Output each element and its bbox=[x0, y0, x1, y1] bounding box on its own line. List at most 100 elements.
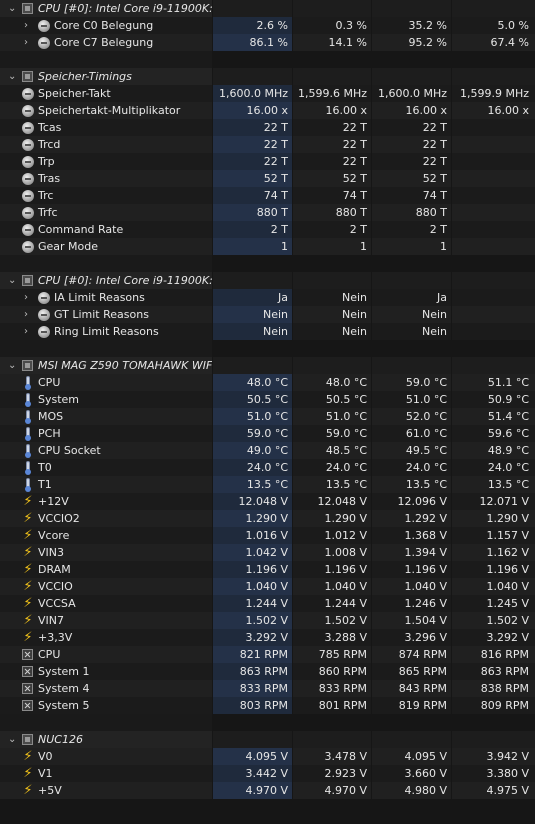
table-row[interactable]: MOS 51.0 °C 51.0 °C 52.0 °C 51.4 °C bbox=[0, 408, 535, 425]
value-average: 1.162 V bbox=[452, 544, 535, 561]
empty-cell bbox=[213, 68, 292, 85]
table-row[interactable]: ⚡ V1 3.442 V 2.923 V 3.660 V 3.380 V bbox=[0, 765, 535, 782]
value-average: 1.196 V bbox=[452, 561, 535, 578]
chevron-down-icon[interactable]: ⌄ bbox=[8, 357, 16, 374]
table-row[interactable]: Speicher-Takt 1,600.0 MHz 1,599.6 MHz 1,600… bbox=[0, 85, 535, 102]
value-minimum: 12.048 V bbox=[293, 493, 371, 510]
table-row[interactable]: CPU 48.0 °C 48.0 °C 59.0 °C 51.1 °C bbox=[0, 374, 535, 391]
table-row[interactable]: ⚡ +3,3V 3.292 V 3.288 V 3.296 V 3.292 V bbox=[0, 629, 535, 646]
chevron-right-icon[interactable]: › bbox=[24, 289, 28, 306]
circle-icon bbox=[22, 224, 34, 236]
table-row[interactable]: ⚡ +12V 12.048 V 12.048 V 12.096 V 12.071 V bbox=[0, 493, 535, 510]
table-row[interactable]: ⚡ Vcore 1.016 V 1.012 V 1.368 V 1.157 V bbox=[0, 527, 535, 544]
value-average bbox=[452, 136, 535, 153]
table-row[interactable]: Trcd 22 T 22 T 22 T bbox=[0, 136, 535, 153]
table-row[interactable]: › IA Limit Reasons Ja Nein Ja bbox=[0, 289, 535, 306]
sensor-label: Trp bbox=[38, 155, 55, 168]
empty-cell bbox=[372, 272, 451, 289]
empty-cell bbox=[372, 0, 451, 17]
table-row[interactable]: ⚡ VIN7 1.502 V 1.502 V 1.504 V 1.502 V bbox=[0, 612, 535, 629]
table-row[interactable]: Trc 74 T 74 T 74 T bbox=[0, 187, 535, 204]
table-row[interactable]: System 5 803 RPM 801 RPM 819 RPM 809 RPM bbox=[0, 697, 535, 714]
bolt-icon: ⚡ bbox=[23, 545, 33, 560]
section-header[interactable]: ⌄ Speicher-Timings bbox=[0, 68, 535, 85]
value-minimum: 2 T bbox=[293, 221, 371, 238]
chevron-down-icon[interactable]: ⌄ bbox=[8, 68, 16, 85]
table-row[interactable]: PCH 59.0 °C 59.0 °C 61.0 °C 59.6 °C bbox=[0, 425, 535, 442]
table-row[interactable]: System 50.5 °C 50.5 °C 51.0 °C 50.9 °C bbox=[0, 391, 535, 408]
bolt-icon: ⚡ bbox=[23, 613, 33, 628]
table-row[interactable]: System 1 863 RPM 860 RPM 865 RPM 863 RPM bbox=[0, 663, 535, 680]
value-minimum: 13.5 °C bbox=[293, 476, 371, 493]
value-maximum: 819 RPM bbox=[372, 697, 451, 714]
section-title-cell[interactable]: ⌄ CPU [#0]: Intel Core i9-11900K: ... bbox=[0, 272, 212, 289]
chevron-right-icon[interactable]: › bbox=[24, 34, 28, 51]
table-row[interactable]: Gear Mode 1 1 1 bbox=[0, 238, 535, 255]
section-header[interactable]: ⌄ CPU [#0]: Intel Core i9-11900K: ... bbox=[0, 272, 535, 289]
section-title-cell[interactable]: ⌄ MSI MAG Z590 TOMAHAWK WIFI... bbox=[0, 357, 212, 374]
chevron-down-icon[interactable]: ⌄ bbox=[8, 0, 16, 17]
table-row[interactable]: ⚡ +5V 4.970 V 4.970 V 4.980 V 4.975 V bbox=[0, 782, 535, 799]
chevron-down-icon[interactable]: ⌄ bbox=[8, 272, 16, 289]
section-title-cell[interactable]: ⌄ NUC126 bbox=[0, 731, 212, 748]
value-current: 1,600.0 MHz bbox=[213, 85, 292, 102]
value-current: 863 RPM bbox=[213, 663, 292, 680]
table-row[interactable]: ⚡ DRAM 1.196 V 1.196 V 1.196 V 1.196 V bbox=[0, 561, 535, 578]
table-row[interactable]: ⚡ VCCSA 1.244 V 1.244 V 1.246 V 1.245 V bbox=[0, 595, 535, 612]
table-row[interactable]: CPU Socket 49.0 °C 48.5 °C 49.5 °C 48.9 °C bbox=[0, 442, 535, 459]
empty-cell bbox=[293, 357, 371, 374]
value-maximum: 22 T bbox=[372, 136, 451, 153]
section-header[interactable]: ⌄ NUC126 bbox=[0, 731, 535, 748]
chevron-right-icon[interactable]: › bbox=[24, 306, 28, 323]
table-row[interactable]: ⚡ VCCIO 1.040 V 1.040 V 1.040 V 1.040 V bbox=[0, 578, 535, 595]
table-row[interactable]: › Core C7 Belegung 86.1 % 14.1 % 95.2 % 67.4 … bbox=[0, 34, 535, 51]
value-maximum: 22 T bbox=[372, 119, 451, 136]
sensor-label: +5V bbox=[38, 784, 62, 797]
table-row[interactable]: CPU 821 RPM 785 RPM 874 RPM 816 RPM bbox=[0, 646, 535, 663]
table-row[interactable]: T1 13.5 °C 13.5 °C 13.5 °C 13.5 °C bbox=[0, 476, 535, 493]
table-row[interactable]: Speichertakt-Multiplikator 16.00 x 16.00 x… bbox=[0, 102, 535, 119]
table-row[interactable]: › Core C0 Belegung 2.6 % 0.3 % 35.2 % 5.0 % bbox=[0, 17, 535, 34]
bolt-icon: ⚡ bbox=[23, 528, 33, 543]
chevron-right-icon[interactable]: › bbox=[24, 17, 28, 34]
table-row[interactable]: Tras 52 T 52 T 52 T bbox=[0, 170, 535, 187]
value-average: 3.292 V bbox=[452, 629, 535, 646]
table-row[interactable]: Trp 22 T 22 T 22 T bbox=[0, 153, 535, 170]
spacer-cell bbox=[213, 51, 292, 68]
table-row[interactable]: › GT Limit Reasons Nein Nein Nein bbox=[0, 306, 535, 323]
table-row[interactable]: ⚡ V0 4.095 V 3.478 V 4.095 V 3.942 V bbox=[0, 748, 535, 765]
value-maximum: 61.0 °C bbox=[372, 425, 451, 442]
value-average: 3.380 V bbox=[452, 765, 535, 782]
table-row[interactable]: ⚡ VCCIO2 1.290 V 1.290 V 1.292 V 1.290 V bbox=[0, 510, 535, 527]
section-header[interactable]: ⌄ CPU [#0]: Intel Core i9-11900K: ... bbox=[0, 0, 535, 17]
value-maximum: Ja bbox=[372, 289, 451, 306]
table-row[interactable]: Command Rate 2 T2 T2 T bbox=[0, 221, 535, 238]
sensor-name-cell: CPU bbox=[0, 646, 212, 663]
value-maximum: 865 RPM bbox=[372, 663, 451, 680]
table-row[interactable]: › Ring Limit Reasons Nein Nein Nein bbox=[0, 323, 535, 340]
value-current: Nein bbox=[213, 323, 292, 340]
table-row[interactable]: ⚡ VIN3 1.042 V 1.008 V 1.394 V 1.162 V bbox=[0, 544, 535, 561]
value-average bbox=[452, 238, 535, 255]
value-average bbox=[452, 153, 535, 170]
section-header[interactable]: ⌄ MSI MAG Z590 TOMAHAWK WIFI... bbox=[0, 357, 535, 374]
value-current: 2.6 % bbox=[213, 17, 292, 34]
sensor-label: GT Limit Reasons bbox=[54, 308, 149, 321]
fan-icon bbox=[22, 666, 33, 677]
value-maximum: 3.660 V bbox=[372, 765, 451, 782]
table-row[interactable]: Tcas 22 T 22 T 22 T bbox=[0, 119, 535, 136]
section-title-cell[interactable]: ⌄ Speicher-Timings bbox=[0, 68, 212, 85]
circle-icon bbox=[22, 105, 34, 117]
spacer-cell bbox=[452, 714, 535, 731]
chevron-down-icon[interactable]: ⌄ bbox=[8, 731, 16, 748]
value-maximum: Nein bbox=[372, 306, 451, 323]
spacer-cell bbox=[293, 340, 371, 357]
empty-cell bbox=[213, 0, 292, 17]
value-minimum: 1.040 V bbox=[293, 578, 371, 595]
section-title-cell[interactable]: ⌄ CPU [#0]: Intel Core i9-11900K: ... bbox=[0, 0, 212, 17]
value-current: 1.040 V bbox=[213, 578, 292, 595]
table-row[interactable]: Trfc 880 T 880 T 880 T bbox=[0, 204, 535, 221]
table-row[interactable]: T0 24.0 °C 24.0 °C 24.0 °C 24.0 °C bbox=[0, 459, 535, 476]
chevron-right-icon[interactable]: › bbox=[24, 323, 28, 340]
table-row[interactable]: System 4 833 RPM 833 RPM 843 RPM 838 RPM bbox=[0, 680, 535, 697]
